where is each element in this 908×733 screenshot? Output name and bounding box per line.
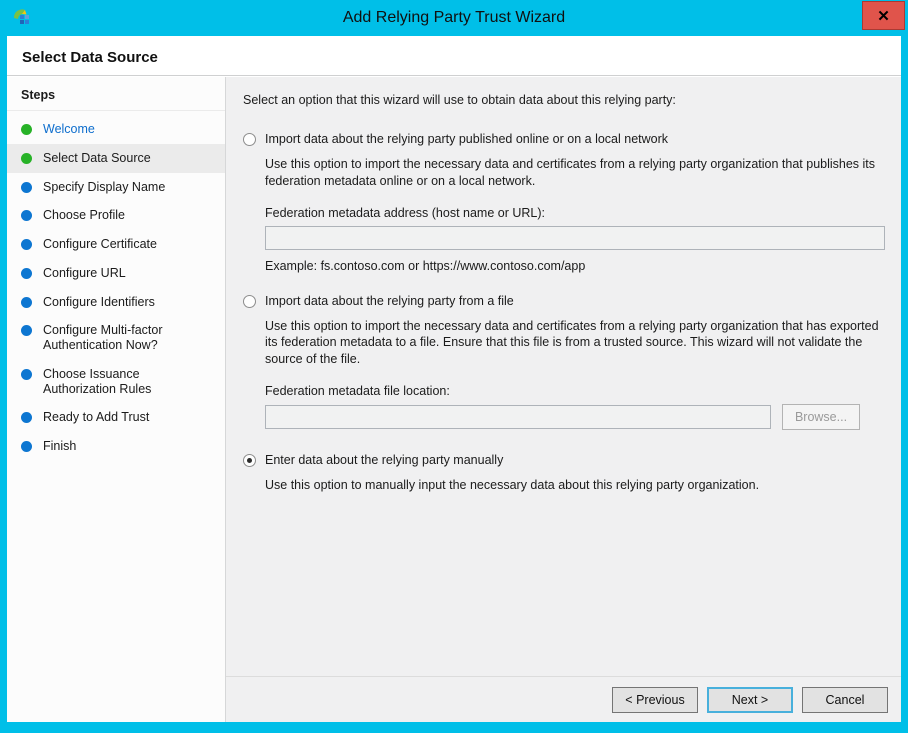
step-completed-icon — [21, 124, 32, 135]
wizard-window: Add Relying Party Trust Wizard ✕ Select … — [0, 0, 908, 733]
metadata-address-example: Example: fs.contoso.com or https://www.c… — [265, 258, 586, 273]
step-upcoming-icon — [21, 325, 32, 337]
radio-import-online[interactable] — [243, 133, 256, 146]
title-bar: Add Relying Party Trust Wizard ✕ — [7, 0, 905, 36]
step-specify-display-name: Specify Display Name — [7, 173, 225, 202]
step-ready-to-add-trust: Ready to Add Trust — [7, 403, 225, 432]
metadata-file-row: Browse... — [265, 403, 860, 430]
content-column: Select an option that this wizard will u… — [226, 77, 901, 722]
step-upcoming-icon — [21, 181, 32, 193]
step-upcoming-icon — [21, 239, 32, 250]
option-import-online[interactable]: Import data about the relying party publ… — [243, 132, 887, 146]
step-choose-issuance-rules: Choose Issuance Authorization Rules — [7, 360, 225, 404]
close-icon: ✕ — [877, 7, 890, 25]
close-button[interactable]: ✕ — [862, 1, 905, 30]
metadata-address-input[interactable] — [265, 225, 885, 250]
adfs-app-icon — [11, 7, 33, 29]
metadata-file-label: Federation metadata file location: — [265, 383, 450, 398]
cancel-button[interactable]: Cancel — [802, 686, 888, 713]
browse-button: Browse... — [782, 403, 860, 430]
steps-list: Welcome Select Data Source Specify Displ… — [7, 115, 225, 461]
wizard-button-bar: < Previous Next > Cancel — [226, 676, 901, 722]
option-enter-manually-description: Use this option to manually input the ne… — [265, 477, 760, 492]
window-title: Add Relying Party Trust Wizard — [342, 9, 566, 26]
step-upcoming-icon — [21, 368, 32, 380]
step-finish: Finish — [7, 432, 225, 461]
option-enter-manually[interactable]: Enter data about the relying party manua… — [243, 453, 887, 467]
step-choose-profile: Choose Profile — [7, 201, 225, 230]
step-upcoming-icon — [21, 267, 32, 279]
step-select-data-source: Select Data Source — [7, 143, 225, 173]
option-import-file-description: Use this option to import the necessary … — [265, 318, 879, 367]
option-import-online-description: Use this option to import the necessary … — [265, 157, 876, 188]
content-pane: Select an option that this wizard will u… — [226, 77, 901, 676]
step-configure-identifiers: Configure Identifiers — [7, 288, 225, 317]
step-upcoming-icon — [21, 296, 32, 308]
step-upcoming-icon — [21, 441, 32, 452]
metadata-address-label: Federation metadata address (host name o… — [265, 205, 545, 220]
next-button[interactable]: Next > — [707, 686, 793, 713]
page-title: Select Data Source — [22, 49, 158, 66]
previous-button[interactable]: < Previous — [612, 686, 698, 713]
step-configure-certificate: Configure Certificate — [7, 230, 225, 259]
step-configure-mfa: Configure Multi-factor Authentication No… — [7, 316, 225, 360]
radio-import-file[interactable] — [243, 294, 256, 308]
step-completed-icon — [21, 152, 32, 164]
step-upcoming-icon — [21, 412, 32, 424]
steps-sidebar: Steps Welcome Select Data Source Specify… — [7, 77, 226, 722]
intro-text: Select an option that this wizard will u… — [243, 93, 676, 107]
wizard-body: Select Data Source Steps Welcome Select … — [7, 36, 901, 722]
metadata-file-input[interactable] — [265, 404, 771, 429]
steps-header: Steps — [7, 86, 225, 111]
step-configure-url: Configure URL — [7, 259, 225, 288]
step-welcome[interactable]: Welcome — [7, 115, 225, 144]
option-import-file[interactable]: Import data about the relying party from… — [243, 294, 887, 308]
radio-enter-manually[interactable] — [243, 453, 256, 467]
page-header: Select Data Source — [7, 36, 901, 75]
step-upcoming-icon — [21, 210, 32, 222]
